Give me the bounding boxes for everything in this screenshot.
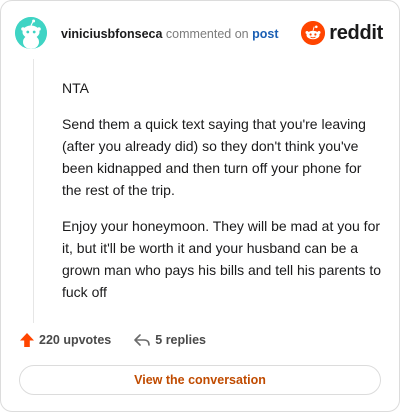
view-conversation-button[interactable]: View the conversation xyxy=(19,365,381,395)
comment-paragraph: NTA xyxy=(62,80,89,96)
replies-button[interactable]: 5 replies xyxy=(133,332,206,348)
user-avatar-icon[interactable] xyxy=(15,17,47,49)
upvote-button[interactable]: 220 upvotes xyxy=(19,332,111,348)
username-link[interactable]: viniciusbfonseca xyxy=(61,27,162,41)
post-link[interactable]: post xyxy=(252,27,278,41)
comment-actions: 220 upvotes 5 replies xyxy=(19,331,206,349)
comment-embed-card: viniciusbfonseca commented on post reddi… xyxy=(0,0,400,412)
reddit-brand[interactable]: reddit xyxy=(301,21,383,45)
reply-arrow-icon xyxy=(134,334,151,346)
comment-body: NTA Send them a quick text saying that y… xyxy=(62,77,384,317)
comment-paragraph: Enjoy your honeymoon. They will be mad a… xyxy=(62,218,382,300)
comment-paragraph: Send them a quick text saying that you'r… xyxy=(62,116,366,198)
comment-header: viniciusbfonseca commented on post reddi… xyxy=(15,17,385,51)
byline-action-text: commented on xyxy=(165,27,249,41)
upvote-count: 220 upvotes xyxy=(39,333,112,347)
thread-line xyxy=(33,59,34,323)
comment-byline: viniciusbfonseca commented on post xyxy=(61,26,278,42)
reddit-logo-icon xyxy=(301,21,326,45)
upvote-arrow-icon xyxy=(20,333,34,347)
reddit-wordmark: reddit xyxy=(329,21,383,44)
reply-count: 5 replies xyxy=(155,333,206,347)
